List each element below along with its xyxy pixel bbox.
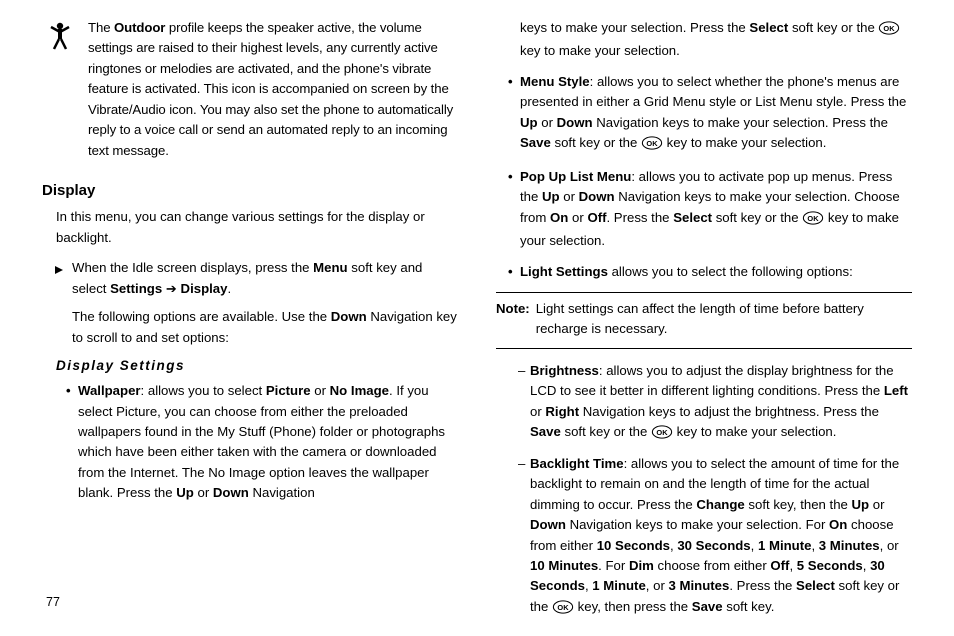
note-block: Note: Light settings can affect the leng… xyxy=(496,292,912,349)
right-column: keys to make your selection. Press the S… xyxy=(496,18,912,578)
ok-key-icon xyxy=(641,136,663,156)
step-line-2: The following options are available. Use… xyxy=(72,307,458,348)
outdoor-person-icon xyxy=(42,18,76,161)
left-column: The Outdoor profile keeps the speaker ac… xyxy=(42,18,458,578)
ok-key-icon xyxy=(878,21,900,41)
outdoor-text: The Outdoor profile keeps the speaker ac… xyxy=(88,18,458,161)
note-text: Light settings can affect the length of … xyxy=(536,299,912,340)
display-heading: Display xyxy=(42,179,458,202)
step-block: When the Idle screen displays, press the… xyxy=(72,258,458,348)
display-intro: In this menu, you can change various set… xyxy=(56,207,458,248)
caret-icon xyxy=(54,261,64,281)
backlight-sub-bullet: Backlight Time: allows you to select the… xyxy=(530,454,912,621)
light-settings-bullet: Light Settings allows you to select the … xyxy=(520,262,912,282)
outdoor-profile-block: The Outdoor profile keeps the speaker ac… xyxy=(42,18,458,161)
page-number: 77 xyxy=(46,593,60,612)
ok-key-icon xyxy=(802,211,824,231)
step-line-1: When the Idle screen displays, press the… xyxy=(72,258,458,299)
menu-style-bullet: Menu Style: allows you to select whether… xyxy=(520,72,912,157)
wallpaper-bullet: Wallpaper: allows you to select Picture … xyxy=(78,381,458,504)
display-settings-subheading: Display Settings xyxy=(56,356,458,377)
ok-key-icon xyxy=(552,600,574,620)
brightness-sub-bullet: Brightness: allows you to adjust the dis… xyxy=(530,361,912,446)
popup-list-bullet: Pop Up List Menu: allows you to activate… xyxy=(520,167,912,252)
ok-key-icon xyxy=(651,425,673,445)
note-label: Note: xyxy=(496,299,530,340)
wallpaper-continuation: keys to make your selection. Press the S… xyxy=(520,18,912,62)
